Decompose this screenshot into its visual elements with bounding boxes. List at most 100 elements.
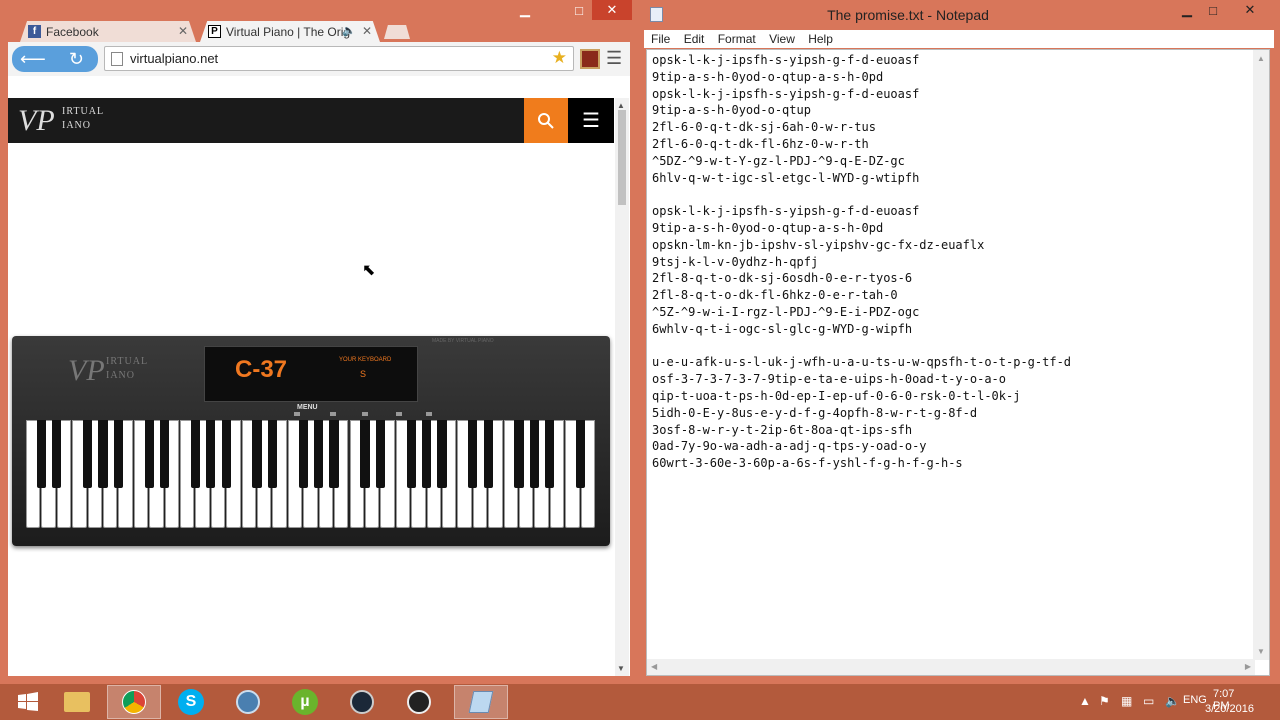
black-key[interactable] <box>206 420 216 488</box>
back-icon[interactable]: ⟵ <box>20 49 46 69</box>
site-menu-button[interactable]: ☰ <box>568 98 614 143</box>
black-key[interactable] <box>221 420 231 488</box>
minimize-button[interactable]: ▁ <box>1174 0 1200 20</box>
text-line[interactable]: qip-t-uoa-t-ps-h-0d-ep-I-ep-uf-0-6-0-rsk… <box>652 388 1071 405</box>
text-line[interactable]: 6hlv-q-w-t-igc-sl-etgc-l-WYD-g-wtipfh <box>652 170 1071 187</box>
black-key[interactable] <box>468 420 478 488</box>
scroll-up-icon[interactable]: ▲ <box>1257 54 1265 63</box>
text-line[interactable]: 5idh-0-E-y-8us-e-y-d-f-g-4opfh-8-w-r-t-g… <box>652 405 1071 422</box>
text-line[interactable]: 9tsj-k-l-v-0ydhz-h-qpfj <box>652 254 1071 271</box>
site-search-button[interactable] <box>524 98 568 143</box>
tab-virtual-piano[interactable]: P Virtual Piano | The Orig 🔈 ✕ <box>200 21 380 42</box>
chrome-menu-icon[interactable]: ☰ <box>606 48 622 69</box>
text-line[interactable]: 6whlv-q-t-i-ogc-sl-glc-g-WYD-g-wipfh <box>652 321 1071 338</box>
vertical-scrollbar[interactable]: ▲ ▼ <box>1253 50 1269 660</box>
black-key[interactable] <box>314 420 324 488</box>
volume-icon[interactable]: 🔈 <box>1165 694 1180 708</box>
text-line[interactable]: u-e-u-afk-u-s-l-uk-j-wfh-u-a-u-ts-u-w-qp… <box>652 354 1071 371</box>
menu-format[interactable]: Format <box>718 32 756 46</box>
black-key[interactable] <box>514 420 524 488</box>
scroll-down-icon[interactable]: ▼ <box>1257 647 1265 656</box>
scroll-up-icon[interactable]: ▲ <box>617 101 625 110</box>
text-line[interactable]: 2fl-6-0-q-t-dk-sj-6ah-0-w-r-tus <box>652 119 1071 136</box>
menu-help[interactable]: Help <box>808 32 833 46</box>
horizontal-scrollbar[interactable]: ◀ ▶ <box>647 659 1255 675</box>
black-key[interactable] <box>298 420 308 488</box>
text-line[interactable]: 60wrt-3-60e-3-60p-a-6s-f-yshl-f-g-h-f-g-… <box>652 455 1071 472</box>
text-line[interactable]: 0ad-7y-9o-wa-adh-a-adj-q-tps-y-oad-o-y <box>652 438 1071 455</box>
extension-icon[interactable] <box>580 49 600 69</box>
black-key[interactable] <box>160 420 170 488</box>
black-key[interactable] <box>98 420 108 488</box>
text-line[interactable]: opsk-l-k-j-ipsfh-s-yipsh-g-f-d-euoasf <box>652 203 1071 220</box>
text-line[interactable]: osf-3-7-3-7-3-7-9tip-e-ta-e-uips-h-0oad-… <box>652 371 1071 388</box>
taskbar-skype[interactable]: S <box>164 685 218 719</box>
text-line[interactable]: ^5Z-^9-w-i-I-rgz-l-PDJ-^9-E-i-PDZ-ogc <box>652 304 1071 321</box>
tab-facebook[interactable]: f Facebook ✕ <box>20 21 196 42</box>
text-line[interactable]: opsk-l-k-j-ipsfh-s-yipsh-g-f-d-euoasf <box>652 52 1071 69</box>
black-key[interactable] <box>545 420 555 488</box>
black-key[interactable] <box>52 420 62 488</box>
text-line[interactable]: 9tip-a-s-h-0yod-o-qtup-a-s-h-0pd <box>652 69 1071 86</box>
taskbar-network[interactable] <box>221 685 275 719</box>
text-line[interactable]: 3osf-8-w-r-y-t-2ip-6t-8oa-qt-ips-sfh <box>652 422 1071 439</box>
scroll-right-icon[interactable]: ▶ <box>1245 662 1251 671</box>
taskbar-notepad[interactable] <box>454 685 508 719</box>
action-center-icon[interactable]: ⚑ <box>1099 694 1110 708</box>
page-scrollbar[interactable]: ▲ ▼ <box>615 98 629 676</box>
clock-date[interactable]: 3/20/2016 <box>1205 703 1254 715</box>
taskbar-obs[interactable] <box>392 685 446 719</box>
maximize-button[interactable]: □ <box>566 0 592 20</box>
text-line[interactable]: opsk-l-k-j-ipsfh-s-yipsh-g-f-d-euoasf <box>652 86 1071 103</box>
language-indicator[interactable]: ENG <box>1183 694 1207 706</box>
text-editor[interactable]: opsk-l-k-j-ipsfh-s-yipsh-g-f-d-euoasf 9ti… <box>646 49 1270 676</box>
close-tab-icon[interactable]: ✕ <box>362 24 372 38</box>
black-key[interactable] <box>83 420 93 488</box>
taskbar-file-explorer[interactable] <box>50 685 104 719</box>
url-text[interactable]: virtualpiano.net <box>130 51 218 66</box>
black-key[interactable] <box>329 420 339 488</box>
new-tab-button[interactable] <box>384 25 410 39</box>
black-key[interactable] <box>113 420 124 488</box>
text-line[interactable]: 9tip-a-s-h-0yod-o-qtup <box>652 102 1071 119</box>
address-bar[interactable]: virtualpiano.net ★ <box>104 46 574 71</box>
black-key[interactable] <box>267 420 278 488</box>
menu-edit[interactable]: Edit <box>684 32 705 46</box>
bookmark-star-icon[interactable]: ★ <box>552 48 567 68</box>
close-button[interactable]: ✕ <box>1228 0 1272 20</box>
scroll-thumb[interactable] <box>618 110 626 205</box>
menu-file[interactable]: File <box>651 32 670 46</box>
editor-text[interactable]: opsk-l-k-j-ipsfh-s-yipsh-g-f-d-euoasf 9ti… <box>652 52 1071 472</box>
text-line[interactable]: opskn-lm-kn-jb-ipshv-sl-yipshv-gc-fx-dz-… <box>652 237 1071 254</box>
black-key[interactable] <box>375 420 385 488</box>
black-key[interactable] <box>421 420 432 488</box>
black-key[interactable] <box>190 420 201 488</box>
black-key[interactable] <box>575 420 586 488</box>
network-status-icon[interactable]: ▭ <box>1143 694 1154 708</box>
close-button[interactable]: ✕ <box>592 0 632 20</box>
black-key[interactable] <box>483 420 493 488</box>
site-logo[interactable]: VP IRTUAL IANO <box>18 102 108 140</box>
black-key[interactable] <box>529 420 539 488</box>
taskbar-chrome[interactable] <box>107 685 161 719</box>
close-tab-icon[interactable]: ✕ <box>178 24 188 38</box>
black-key[interactable] <box>406 420 416 488</box>
text-line[interactable]: 2fl-8-q-t-o-dk-sj-6osdh-0-e-r-tyos-6 <box>652 270 1071 287</box>
black-key[interactable] <box>437 420 447 488</box>
black-key[interactable] <box>144 420 154 488</box>
menu-view[interactable]: View <box>769 32 795 46</box>
minimize-button[interactable]: ▁ <box>512 0 538 20</box>
scroll-down-icon[interactable]: ▼ <box>617 664 625 673</box>
taskbar-steam[interactable] <box>335 685 389 719</box>
black-key[interactable] <box>252 420 262 488</box>
maximize-button[interactable]: □ <box>1200 0 1226 20</box>
text-line[interactable]: 2fl-8-q-t-o-dk-fl-6hkz-0-e-r-tah-0 <box>652 287 1071 304</box>
show-hidden-icons-icon[interactable]: ▲ <box>1079 694 1091 708</box>
text-line[interactable]: 9tip-a-s-h-0yod-o-qtup-a-s-h-0pd <box>652 220 1071 237</box>
black-key[interactable] <box>36 420 47 488</box>
piano-menu-button[interactable]: MENU <box>297 404 318 411</box>
speaker-icon[interactable]: 🔈 <box>342 24 356 37</box>
black-key[interactable] <box>360 420 370 488</box>
text-line[interactable] <box>652 186 1071 203</box>
start-button[interactable] <box>8 685 48 719</box>
